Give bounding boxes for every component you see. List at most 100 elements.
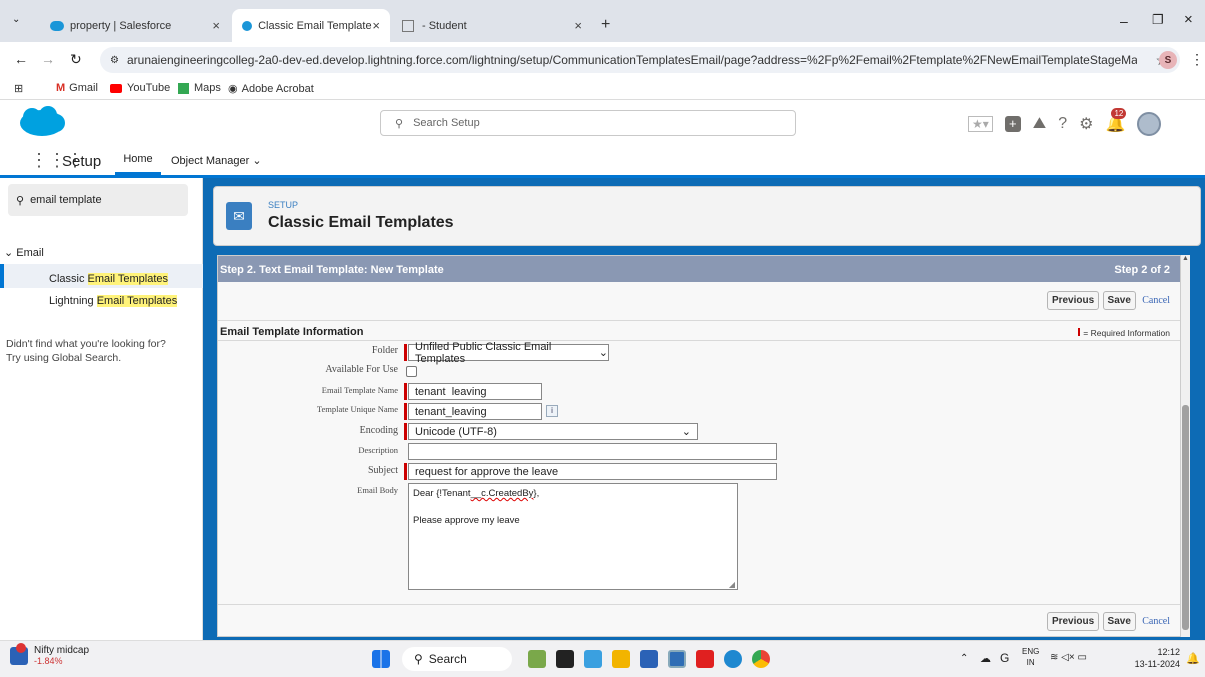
- user-avatar[interactable]: [1137, 112, 1162, 136]
- resize-handle-icon[interactable]: ◢: [729, 580, 735, 589]
- item-label-highlight: Email Templates: [87, 273, 169, 285]
- previous-button-top[interactable]: Previous: [1046, 291, 1100, 310]
- bookmark-adobe-acrobat[interactable]: ◉ Adobe Acrobat: [228, 82, 314, 96]
- required-marker: [404, 403, 407, 420]
- tab-list-chevron-icon[interactable]: ⌄: [12, 14, 20, 25]
- global-actions-icon[interactable]: +: [1004, 116, 1021, 132]
- required-marker: [404, 383, 407, 400]
- close-window-icon[interactable]: ×: [1184, 11, 1193, 28]
- scroll-up-icon[interactable]: ▲: [1182, 255, 1189, 262]
- file-explorer-icon[interactable]: [612, 650, 630, 668]
- subject-input[interactable]: request for approve the leave: [408, 463, 777, 480]
- bookmark-label: Maps: [194, 82, 221, 94]
- save-button-bottom[interactable]: Save: [1102, 612, 1136, 631]
- store-icon[interactable]: [640, 650, 658, 668]
- required-marker: [404, 463, 407, 480]
- folder-select[interactable]: Unfiled Public Classic Email Templates ⌄: [408, 341, 609, 365]
- tray-google-icon[interactable]: G: [1000, 651, 1009, 665]
- favorites-star-icon[interactable]: ★▾: [968, 116, 993, 132]
- dell-icon[interactable]: [668, 650, 686, 668]
- quick-find-value: email template: [30, 194, 102, 206]
- close-tab-icon[interactable]: ×: [212, 18, 220, 33]
- sidebar-item-lightning-email-templates[interactable]: Lightning Email Templates: [49, 295, 178, 307]
- chrome-icon[interactable]: [752, 650, 770, 668]
- nav-object-manager-tab[interactable]: Object Manager ⌄: [171, 154, 262, 167]
- help-icon[interactable]: ?: [1058, 115, 1067, 133]
- folder-label: Folder: [371, 345, 398, 356]
- scrollbar-thumb[interactable]: [1182, 405, 1189, 630]
- available-for-use-checkbox[interactable]: [406, 366, 417, 377]
- section-label: Email: [16, 247, 44, 259]
- windows-start-icon[interactable]: [372, 650, 390, 668]
- taskbar-search[interactable]: ⚲ Search: [402, 647, 512, 671]
- nav-home-tab[interactable]: Home: [115, 146, 161, 175]
- form-scrollbar[interactable]: ▲: [1181, 255, 1190, 637]
- restore-icon[interactable]: ❐: [1152, 12, 1164, 28]
- bookmark-gmail[interactable]: M Gmail: [56, 82, 98, 94]
- close-tab-icon[interactable]: ×: [574, 18, 582, 33]
- form-favicon-icon: [402, 19, 414, 32]
- globe-icon: ◉: [228, 83, 238, 95]
- salesforce-logo[interactable]: [18, 105, 66, 139]
- notification-bell-icon[interactable]: 🔔: [1186, 652, 1200, 665]
- browser-tab-strip: ⌄ property | Salesforce × Classic Email …: [0, 0, 1205, 42]
- edge-icon[interactable]: [724, 650, 742, 668]
- stock-change: -1.84%: [34, 656, 63, 666]
- setup-search-input[interactable]: ⚲ Search Setup: [380, 110, 796, 136]
- bookmark-maps[interactable]: Maps: [178, 82, 221, 94]
- template-unique-name-input[interactable]: tenant_leaving: [408, 403, 542, 420]
- stock-name: Nifty midcap: [34, 645, 90, 656]
- unique-name-label: Template Unique Name: [316, 404, 398, 414]
- stock-widget[interactable]: Nifty midcap -1.84%: [10, 643, 90, 667]
- quick-find-input[interactable]: ⚲ email template: [8, 184, 188, 216]
- required-marker: [1078, 328, 1081, 336]
- clock[interactable]: 12:12 13-11-2024: [1130, 646, 1180, 670]
- bookmark-youtube[interactable]: YouTube: [110, 82, 170, 94]
- new-tab-icon[interactable]: +: [601, 16, 610, 34]
- item-label: Classic: [49, 273, 88, 285]
- previous-button-bottom[interactable]: Previous: [1046, 612, 1100, 631]
- info-icon[interactable]: i: [546, 405, 558, 417]
- app-name: Setup: [62, 153, 102, 170]
- tab-classic-email-templates[interactable]: Classic Email Templates | Salesf ×: [232, 9, 390, 42]
- name-label: Email Template Name: [321, 385, 398, 395]
- forward-icon[interactable]: →: [41, 51, 55, 67]
- encoding-select[interactable]: Unicode (UTF-8) ⌄: [408, 423, 698, 440]
- wifi-volume-battery-icon[interactable]: ≋ ◁× ▭: [1050, 652, 1087, 663]
- profile-avatar[interactable]: S: [1159, 51, 1177, 69]
- widgets-icon[interactable]: [528, 650, 546, 668]
- email-template-form-panel: Step 2. Text Email Template: New Templat…: [217, 255, 1181, 637]
- notifications-bell-icon[interactable]: 🔔 12: [1105, 108, 1127, 134]
- reload-icon[interactable]: ↻: [70, 51, 82, 68]
- email-body-textarea[interactable]: Dear {!Tenant__c.CreatedBy}, Please appr…: [408, 483, 738, 590]
- trailhead-icon[interactable]: ⛰: [1033, 115, 1046, 133]
- setup-nav-bar: ⋮⋮⋮ Setup Home Object Manager ⌄: [0, 144, 1205, 178]
- email-template-name-input[interactable]: tenant leaving: [408, 383, 542, 400]
- copilot-icon[interactable]: [584, 650, 602, 668]
- site-info-icon[interactable]: ⚙: [110, 55, 119, 66]
- url-bar[interactable]: ⚙ arunaiengineeringcolleg-2a0-dev-ed.dev…: [100, 47, 1180, 73]
- youtube-app-icon[interactable]: [696, 650, 714, 668]
- back-icon[interactable]: ←: [14, 51, 28, 67]
- sidebar-item-classic-email-templates[interactable]: Classic Email Templates: [0, 264, 203, 288]
- task-view-icon[interactable]: [556, 650, 574, 668]
- cancel-link-bottom[interactable]: Cancel: [1142, 616, 1170, 627]
- body-text: },: [533, 488, 540, 499]
- minimize-icon[interactable]: –: [1120, 13, 1128, 29]
- bookmark-label: Gmail: [69, 82, 98, 94]
- gear-icon[interactable]: ⚙: [1079, 114, 1093, 134]
- save-button-top[interactable]: Save: [1102, 291, 1136, 310]
- cancel-link-top[interactable]: Cancel: [1142, 295, 1170, 306]
- top-button-row: Previous Save Cancel: [1046, 291, 1170, 310]
- browser-menu-icon[interactable]: ⋮: [1190, 51, 1204, 68]
- tray-chevron-icon[interactable]: ⌃: [960, 653, 968, 664]
- language-indicator[interactable]: ENG IN: [1022, 646, 1039, 668]
- chevron-down-icon[interactable]: ⌄: [252, 155, 261, 167]
- tab-property[interactable]: property | Salesforce ×: [40, 9, 230, 42]
- description-input[interactable]: [408, 443, 777, 460]
- apps-grid-icon[interactable]: ⊞: [14, 82, 23, 95]
- tray-cloud-icon[interactable]: ☁: [980, 652, 991, 665]
- close-tab-icon[interactable]: ×: [372, 18, 380, 33]
- sidebar-section-email[interactable]: ⌄ Email: [4, 246, 44, 259]
- tab-student[interactable]: - Student ×: [392, 9, 592, 42]
